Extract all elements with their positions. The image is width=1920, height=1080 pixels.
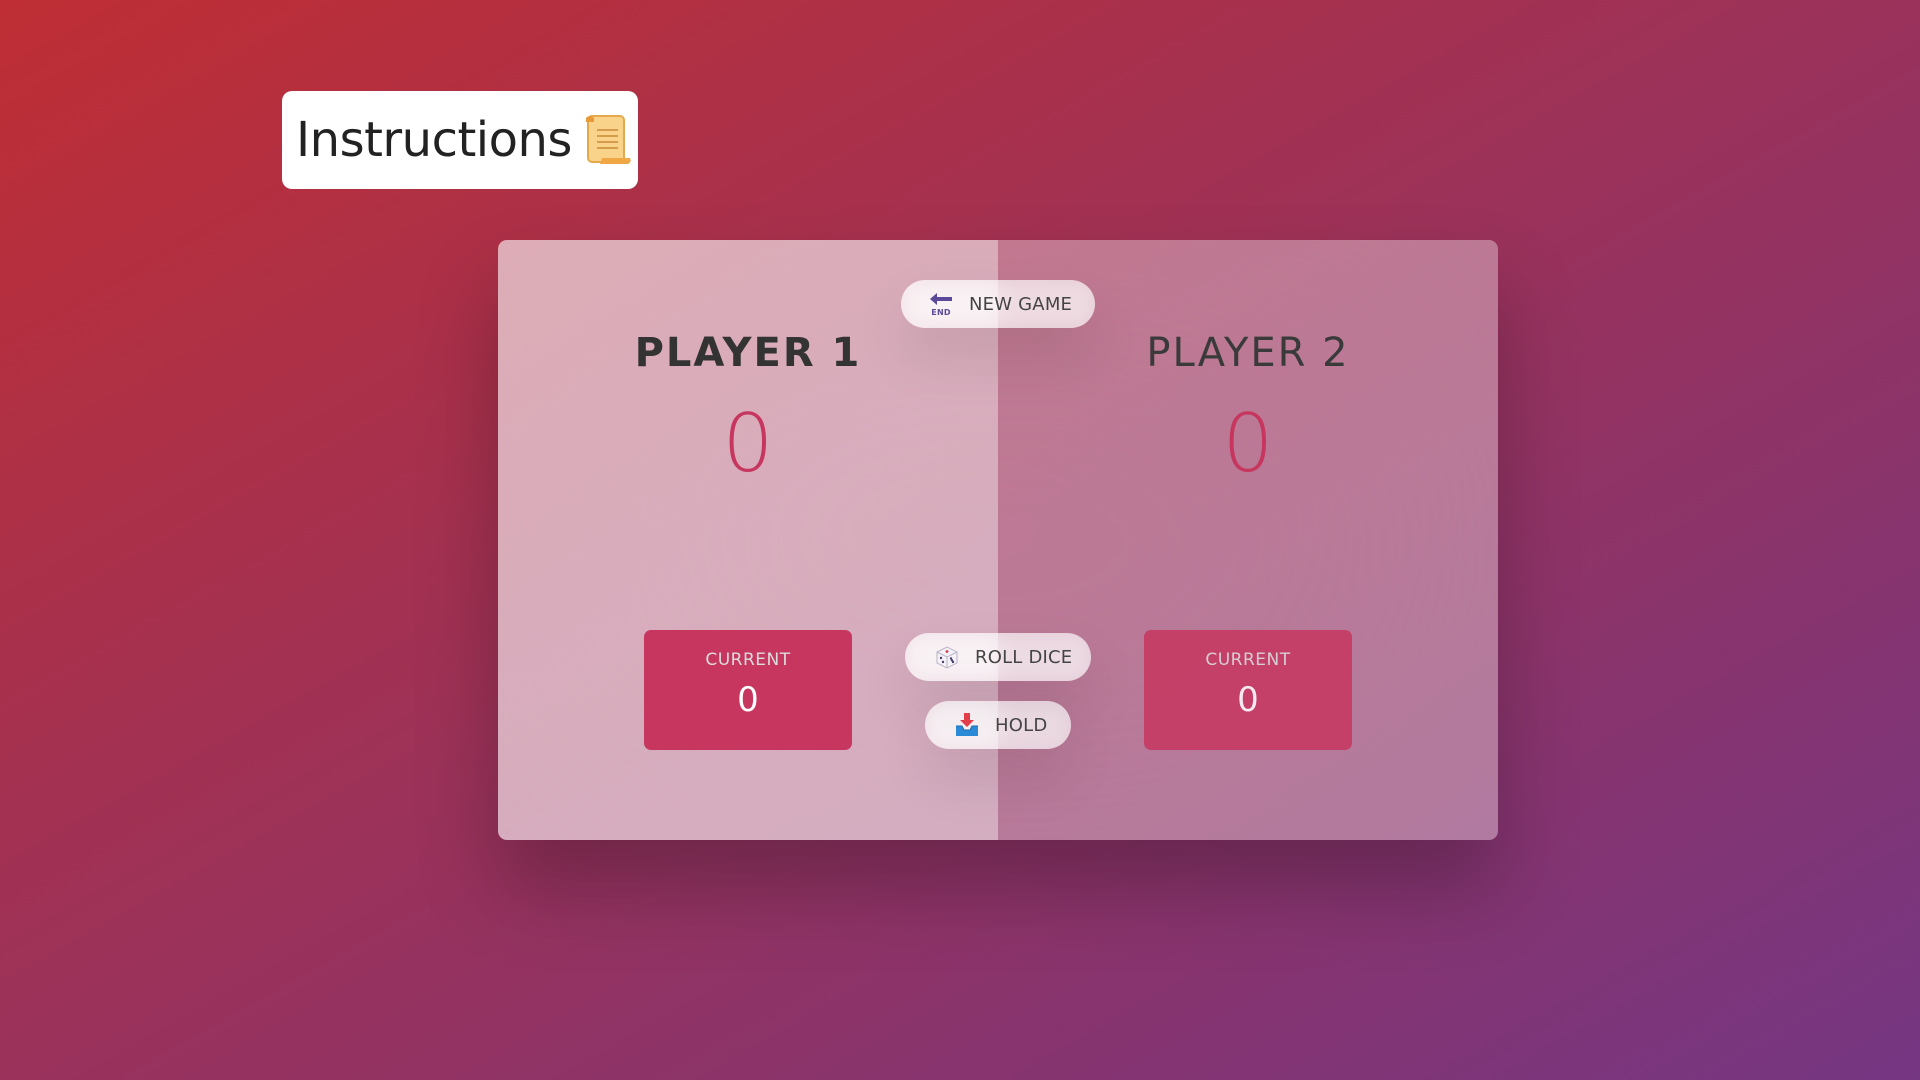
new-game-button[interactable]: END NEW GAME — [901, 280, 1095, 328]
player-2-score: 0 — [1222, 397, 1274, 490]
player-2-name: PLAYER 2 — [1146, 330, 1350, 376]
hold-label: HOLD — [995, 714, 1048, 736]
player-1-score: 0 — [722, 397, 774, 490]
player-1-current-score: 0 — [737, 680, 759, 720]
game-board: PLAYER 1 0 CURRENT 0 PLAYER 2 0 CURRENT … — [498, 240, 1498, 840]
player-2-panel: PLAYER 2 0 CURRENT 0 — [998, 240, 1498, 840]
player-2-current-score: 0 — [1237, 680, 1259, 720]
player-1-name: PLAYER 1 — [634, 330, 862, 376]
roll-dice-label: ROLL DICE — [975, 646, 1073, 668]
player-2-current-label: CURRENT — [1205, 650, 1291, 670]
inbox-tray-icon — [953, 711, 981, 739]
end-arrow-icon: END — [927, 290, 955, 318]
player-1-panel: PLAYER 1 0 CURRENT 0 — [498, 240, 998, 840]
player-1-current-label: CURRENT — [705, 650, 791, 670]
player-1-current-box: CURRENT 0 — [644, 630, 852, 750]
hold-button[interactable]: HOLD — [925, 701, 1071, 749]
scroll-icon — [582, 112, 634, 168]
instructions-label: Instructions — [296, 112, 572, 168]
svg-text:END: END — [931, 308, 951, 317]
dice-icon — [933, 643, 961, 671]
new-game-label: NEW GAME — [969, 293, 1073, 315]
player-2-current-box: CURRENT 0 — [1144, 630, 1352, 750]
instructions-button[interactable]: Instructions — [282, 91, 638, 189]
roll-dice-button[interactable]: ROLL DICE — [905, 633, 1091, 681]
